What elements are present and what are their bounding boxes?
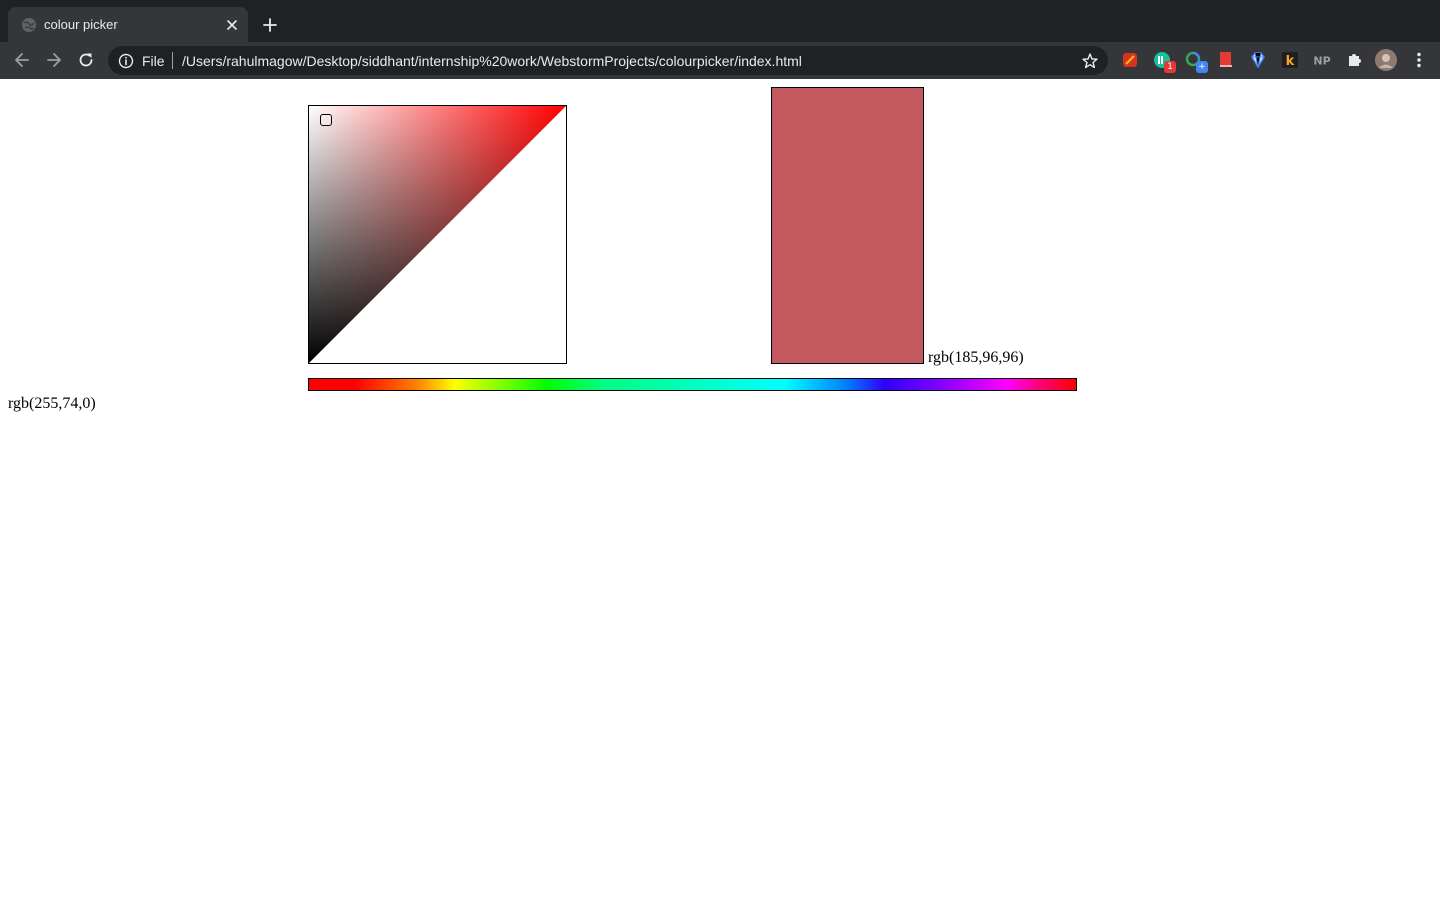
back-arrow-icon[interactable] bbox=[12, 50, 32, 70]
new-tab-icon[interactable] bbox=[260, 15, 280, 35]
puzzle-extensions-icon[interactable] bbox=[1344, 50, 1364, 70]
hue-colour-value: rgb(255,74,0) bbox=[8, 395, 96, 412]
translate-extension-icon[interactable]: + bbox=[1184, 50, 1208, 73]
browser-tab[interactable]: colour picker bbox=[8, 7, 248, 42]
k-extension-icon[interactable]: k bbox=[1280, 50, 1300, 70]
bookmark-star-icon[interactable] bbox=[1081, 52, 1099, 70]
url-text[interactable]: /Users/rahulmagow/Desktop/siddhant/inter… bbox=[182, 53, 802, 69]
info-icon[interactable] bbox=[118, 53, 134, 69]
globe-icon bbox=[22, 18, 36, 32]
np-extension-icon[interactable]: NP bbox=[1312, 50, 1332, 70]
k-extension-letter: k bbox=[1286, 54, 1295, 69]
picker-handle[interactable] bbox=[320, 114, 332, 126]
address-separator bbox=[172, 52, 173, 69]
hue-slider[interactable] bbox=[308, 378, 1077, 391]
profile-avatar-icon[interactable] bbox=[1375, 49, 1397, 71]
tab-strip: colour picker bbox=[0, 0, 1440, 42]
menu-kebab-icon[interactable] bbox=[1409, 50, 1429, 70]
forward-arrow-icon[interactable] bbox=[44, 50, 64, 70]
selected-colour-preview bbox=[771, 87, 924, 364]
colour-triangle bbox=[309, 106, 566, 363]
close-tab-icon[interactable] bbox=[224, 17, 240, 33]
diamond-extension-icon[interactable] bbox=[1248, 50, 1268, 70]
extension-badge: + bbox=[1196, 61, 1208, 73]
extension-badge: 1 bbox=[1164, 61, 1176, 73]
np-extension-letters: NP bbox=[1313, 55, 1330, 68]
bookmark-extension-icon[interactable] bbox=[1216, 50, 1236, 70]
color-picker-extension-icon[interactable] bbox=[1120, 50, 1140, 70]
tab-title: colour picker bbox=[44, 17, 118, 32]
selected-colour-value: rgb(185,96,96) bbox=[928, 349, 1024, 366]
browser-toolbar: File /Users/rahulmagow/Desktop/siddhant/… bbox=[0, 42, 1440, 80]
reload-icon[interactable] bbox=[76, 50, 96, 70]
page-content: rgb(185,96,96) rgb(255,74,0) bbox=[0, 79, 1440, 900]
address-bar[interactable]: File /Users/rahulmagow/Desktop/siddhant/… bbox=[108, 46, 1108, 75]
saturation-value-picker[interactable] bbox=[308, 105, 567, 364]
scheme-label: File bbox=[142, 53, 165, 69]
grammarly-extension-icon[interactable]: 1 bbox=[1152, 50, 1176, 73]
shade-fill bbox=[309, 106, 566, 363]
